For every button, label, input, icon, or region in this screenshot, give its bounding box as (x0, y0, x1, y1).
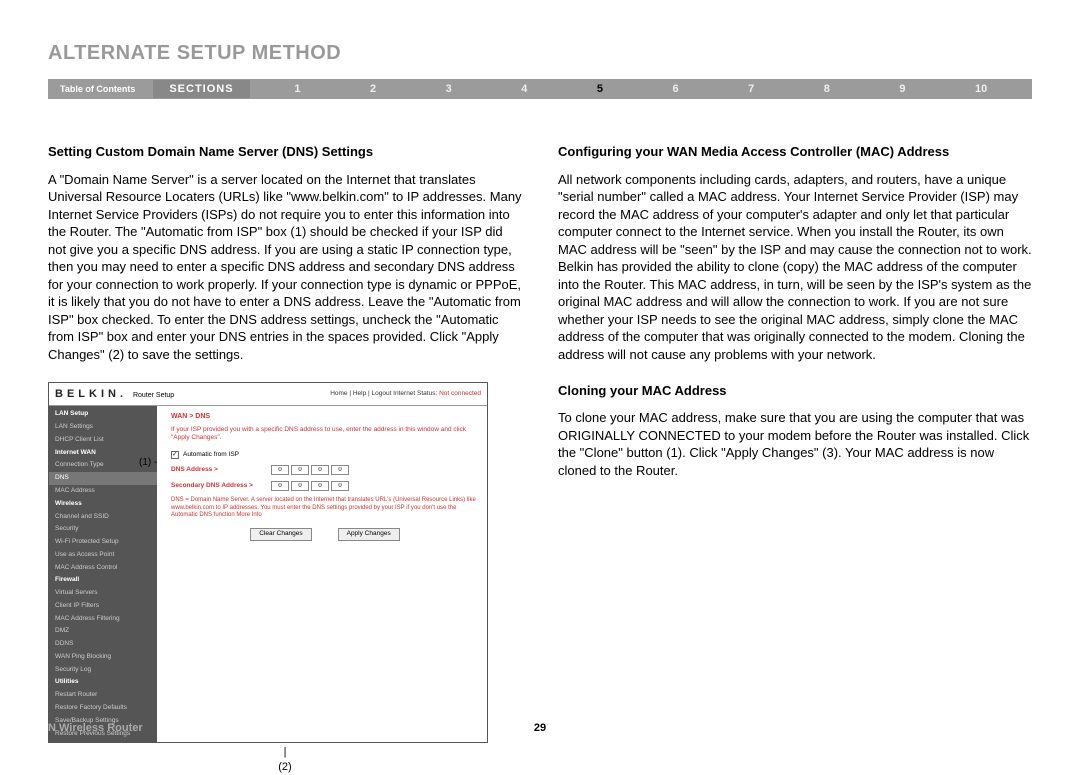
top-links: Home | Help | Logout Internet Status: No… (330, 390, 481, 399)
sb-item[interactable]: WAN Ping Blocking (49, 651, 157, 664)
sections-label: SECTIONS (153, 80, 249, 98)
dns-note: DNS = Domain Name Server. A server locat… (171, 497, 479, 520)
sb-firewall: Firewall (49, 574, 157, 587)
sb-item[interactable]: Security (49, 523, 157, 536)
sb-lan: LAN Setup (49, 408, 157, 421)
sb-item[interactable]: MAC Address Control (49, 562, 157, 575)
sb-utilities: Utilities (49, 676, 157, 689)
mac-body: All network components including cards, … (558, 171, 1032, 364)
sb-item[interactable]: Security Log (49, 664, 157, 677)
sb-wireless: Wireless (49, 498, 157, 511)
nav-9[interactable]: 9 (899, 83, 905, 95)
sb-item[interactable]: Restore Factory Defaults (49, 702, 157, 715)
router-ui-screenshot: BELKIN. Router Setup Home | Help | Logou… (48, 382, 488, 744)
clone-body: To clone your MAC address, make sure tha… (558, 409, 1032, 479)
nav-5[interactable]: 5 (597, 83, 603, 95)
callout-1: (1) - (139, 456, 157, 470)
auto-isp-label: Automatic from ISP (183, 451, 239, 460)
dns-octet[interactable] (311, 465, 329, 475)
sb-item[interactable]: DHCP Client List (49, 434, 157, 447)
sb-item[interactable]: Wi-Fi Protected Setup (49, 536, 157, 549)
toc-link[interactable]: Table of Contents (48, 84, 147, 94)
left-column: Setting Custom Domain Name Server (DNS) … (48, 143, 522, 775)
nav-3[interactable]: 3 (446, 83, 452, 95)
dns-body: A "Domain Name Server" is a server locat… (48, 171, 522, 364)
apply-button[interactable]: Apply Changes (338, 528, 400, 541)
nav-4[interactable]: 4 (521, 83, 527, 95)
nav-2[interactable]: 2 (370, 83, 376, 95)
instructions: If your ISP provided you with a specific… (171, 426, 479, 443)
nav-1[interactable]: 1 (294, 83, 300, 95)
router-main-panel: (1) - WAN > DNS If your ISP provided you… (157, 406, 487, 742)
dns-octet[interactable] (311, 481, 329, 491)
nav-numbers: 1 2 3 4 5 6 7 8 9 10 (250, 83, 1032, 95)
page-footer: N Wireless Router 29 (48, 722, 1032, 734)
sb-item-dns[interactable]: DNS (49, 472, 157, 485)
status-not-connected: Not connected (439, 390, 481, 397)
nav-10[interactable]: 10 (975, 83, 987, 95)
breadcrumb: WAN > DNS (171, 412, 479, 421)
dns-heading: Setting Custom Domain Name Server (DNS) … (48, 143, 522, 161)
nav-6[interactable]: 6 (672, 83, 678, 95)
product-name: N Wireless Router (48, 722, 143, 734)
sb-item[interactable]: DMZ (49, 625, 157, 638)
sb-item[interactable]: LAN Settings (49, 421, 157, 434)
nav-7[interactable]: 7 (748, 83, 754, 95)
nav-8[interactable]: 8 (824, 83, 830, 95)
mac-heading: Configuring your WAN Media Access Contro… (558, 143, 1032, 161)
sb-item[interactable]: MAC Address Filtering (49, 613, 157, 626)
page-title: ALTERNATE SETUP METHOD (48, 42, 1032, 65)
sb-item[interactable]: MAC Address (49, 485, 157, 498)
sb-item[interactable]: DDNS (49, 638, 157, 651)
dns-label: DNS Address > (171, 466, 271, 475)
clear-button[interactable]: Clear Changes (250, 528, 311, 541)
dns-octet[interactable] (291, 481, 309, 491)
right-column: Configuring your WAN Media Access Contro… (558, 143, 1032, 775)
sb-item[interactable]: Use as Access Point (49, 549, 157, 562)
sb-item[interactable]: Restart Router (49, 689, 157, 702)
dns-octet[interactable] (331, 465, 349, 475)
clone-heading: Cloning your MAC Address (558, 382, 1032, 400)
section-nav-bar: Table of Contents SECTIONS 1 2 3 4 5 6 7… (48, 79, 1032, 99)
page-number: 29 (534, 722, 546, 734)
dns-octet[interactable] (291, 465, 309, 475)
dns-octet[interactable] (271, 465, 289, 475)
belkin-logo: BELKIN. (55, 388, 127, 400)
dns-octet[interactable] (331, 481, 349, 491)
sb-item[interactable]: Virtual Servers (49, 587, 157, 600)
dns-octet[interactable] (271, 481, 289, 491)
callout-2: |(2) (48, 745, 522, 775)
belkin-sub: Router Setup (133, 392, 174, 399)
sb-item[interactable]: Channel and SSID (49, 511, 157, 524)
auto-isp-checkbox[interactable] (171, 451, 179, 459)
sb-item[interactable]: Client IP Filters (49, 600, 157, 613)
sec-dns-label: Secondary DNS Address > (171, 482, 271, 491)
